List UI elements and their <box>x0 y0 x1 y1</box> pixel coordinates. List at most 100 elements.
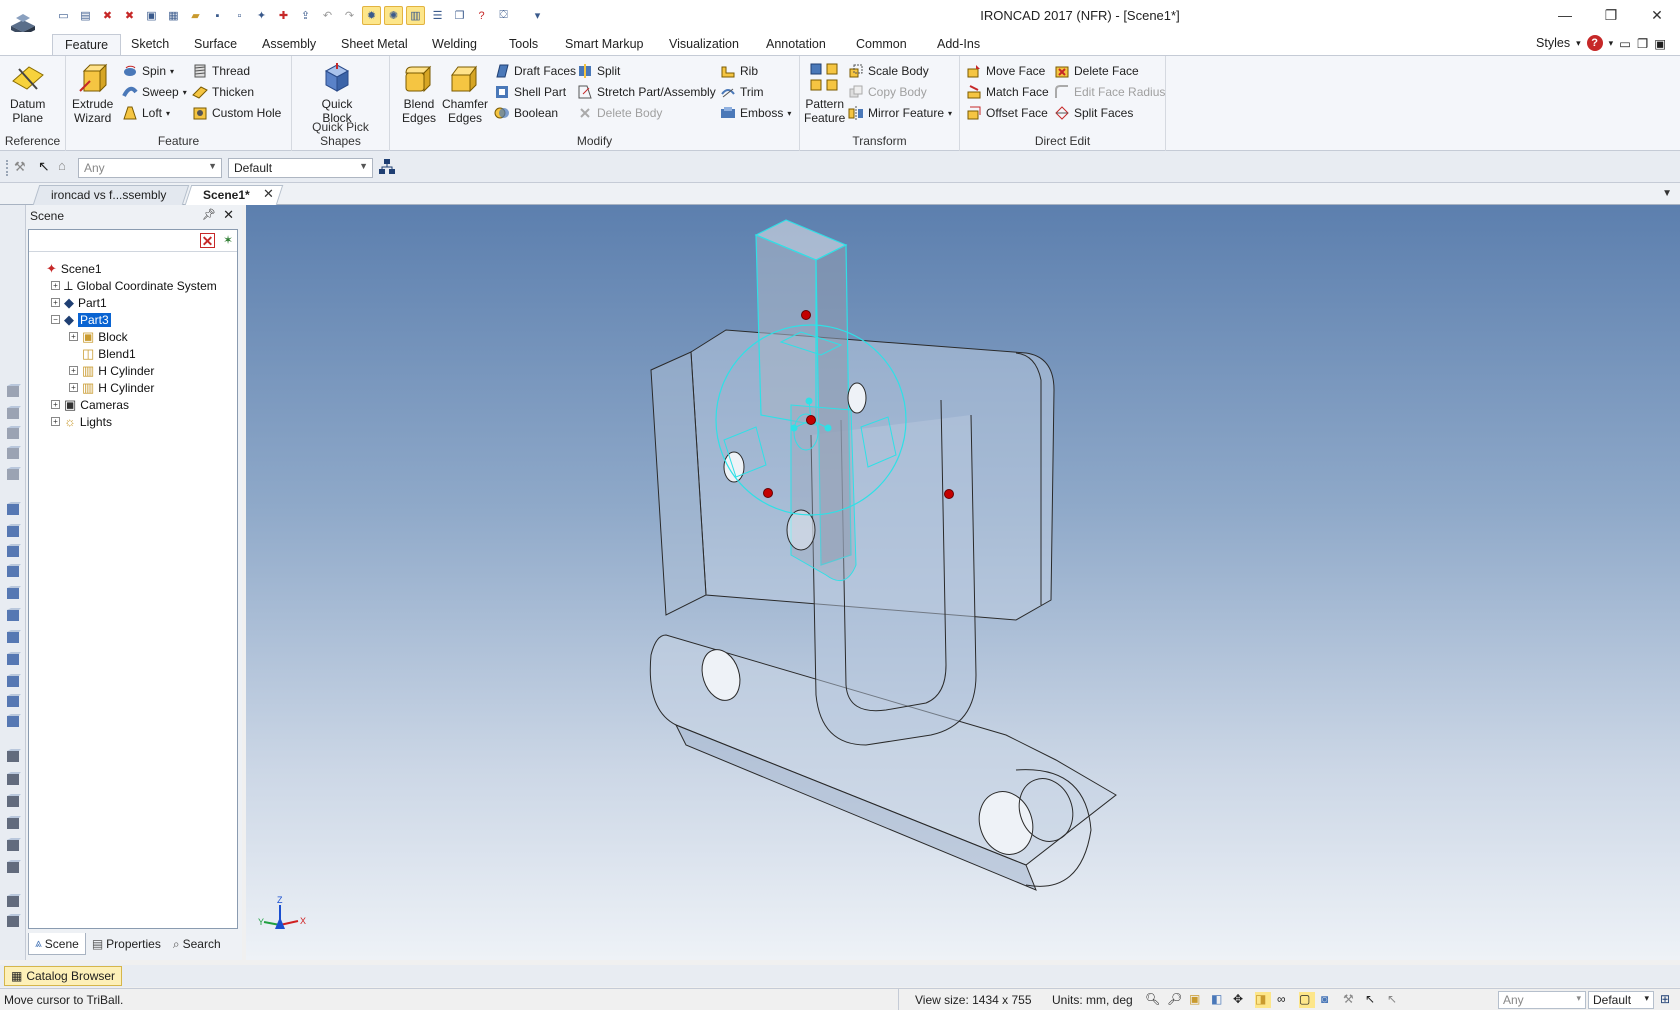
expand-icon[interactable]: − <box>51 315 60 324</box>
insert-assembly-icon[interactable]: ⇪ <box>296 6 315 25</box>
status-filter-combo[interactable]: Any ▾ <box>1498 991 1586 1009</box>
minimize-icon[interactable]: — <box>1542 0 1588 30</box>
tree-item[interactable]: + ◆ Part1 <box>51 294 107 311</box>
shape-tool-3-icon[interactable] <box>5 445 21 461</box>
close-tab-icon[interactable]: ✕ <box>263 186 274 202</box>
delete-body-button[interactable]: Delete Body <box>577 104 662 122</box>
learning-icon[interactable]: ⛋ <box>494 6 513 25</box>
copy-body-button[interactable]: Copy Body <box>848 83 927 101</box>
filter-icon[interactable]: ↖ <box>1387 992 1403 1008</box>
expand-icon[interactable]: + <box>69 366 78 375</box>
pointer-icon[interactable]: ↖ <box>38 158 50 175</box>
tab-smart-markup[interactable]: Smart Markup <box>553 34 656 56</box>
expand-icon[interactable]: + <box>51 298 60 307</box>
rotate-icon[interactable] <box>5 837 21 853</box>
undo-icon[interactable]: ↶ <box>318 6 337 25</box>
render-mode-icon[interactable]: ◨ <box>1255 992 1271 1008</box>
tree-item[interactable]: ◫ Blend1 <box>69 345 136 362</box>
bar-icon[interactable] <box>5 913 21 929</box>
close-icon[interactable]: ✕ <box>1634 0 1680 30</box>
new-drawing-icon[interactable]: ▦ <box>164 6 183 25</box>
triball-top-handle[interactable] <box>801 310 811 320</box>
selection-filter-combo[interactable]: Any ▼ <box>78 158 222 178</box>
boolean-button[interactable]: Boolean <box>494 104 558 122</box>
save-as-icon[interactable]: ▫ <box>230 6 249 25</box>
no-entry-icon[interactable] <box>5 859 21 875</box>
select-part-icon[interactable]: ⚒ <box>1343 992 1359 1008</box>
open-drawing-icon[interactable]: ▣ <box>142 6 161 25</box>
offset-face-button[interactable]: Offset Face <box>966 104 1048 122</box>
view-bottom-icon[interactable] <box>5 607 21 623</box>
shape-tool-4-icon[interactable] <box>5 466 21 482</box>
camera-orbit-icon[interactable]: ∞ <box>1277 992 1293 1008</box>
part-tool-icon[interactable] <box>5 383 21 399</box>
3d-viewport[interactable]: Z X Y <box>246 205 1680 960</box>
view-orientation-icon[interactable]: ◧ <box>1211 992 1227 1008</box>
help-dropdown-icon[interactable]: ▾ <box>1609 38 1614 49</box>
tab-sheet-metal[interactable]: Sheet Metal <box>329 34 420 56</box>
styles-menu[interactable]: Styles <box>1536 36 1570 50</box>
triball-center-handle[interactable] <box>806 415 816 425</box>
tree-item[interactable]: + ▥ H Cylinder <box>69 379 154 396</box>
pattern-feature-button[interactable]: Pattern Feature <box>804 61 845 125</box>
tab-sketch[interactable]: Sketch <box>119 34 181 56</box>
sweep-button[interactable]: Sweep ▾ <box>122 83 187 101</box>
doc-tab-0[interactable]: ironcad vs f...ssembly <box>32 185 190 205</box>
ribbon-minimize-icon[interactable]: ▭ <box>1619 36 1631 51</box>
angle-icon[interactable] <box>5 815 21 831</box>
edit-face-radius-button[interactable]: Edit Face Radius <box>1054 83 1165 101</box>
tab-feature[interactable]: Feature <box>52 34 122 56</box>
clear-filter-icon[interactable]: ✕ <box>200 233 215 248</box>
view-tool-icon[interactable] <box>5 651 21 667</box>
tree-item[interactable]: + ▣ Block <box>69 328 128 345</box>
shaded-icon[interactable]: ◙ <box>1321 992 1337 1008</box>
view-back-icon[interactable] <box>5 523 21 539</box>
tab-common[interactable]: Common <box>844 34 919 56</box>
tree-item[interactable]: − ◆ Part3 <box>51 311 111 328</box>
stretch-button[interactable]: Stretch Part/Assembly <box>577 83 716 101</box>
delete-face-button[interactable]: Delete Face <box>1054 62 1139 80</box>
insert-part-icon[interactable]: ✚ <box>274 6 293 25</box>
shape-tool-1-icon[interactable] <box>5 405 21 421</box>
ribbon-close-icon[interactable]: ▣ <box>1654 36 1666 51</box>
expand-icon[interactable]: + <box>69 332 78 341</box>
save-icon[interactable]: ▪ <box>208 6 227 25</box>
tab-annotation[interactable]: Annotation <box>754 34 838 56</box>
tab-list-dropdown-icon[interactable]: ▼ <box>1662 188 1672 199</box>
view-tool-3-icon[interactable] <box>5 693 21 709</box>
expand-icon[interactable]: + <box>69 383 78 392</box>
toolbar-grip[interactable] <box>6 160 8 176</box>
thread-button[interactable]: Thread <box>192 62 250 80</box>
help-circle-icon[interactable]: ? <box>1586 35 1603 51</box>
pointer-icon[interactable]: ↖ <box>1365 992 1381 1008</box>
split-faces-button[interactable]: Split Faces <box>1054 104 1133 122</box>
shell-part-button[interactable]: Shell Part <box>494 83 566 101</box>
panel-tab-properties[interactable]: ▤ Properties <box>86 933 167 955</box>
trim-button[interactable]: Trim <box>720 83 764 101</box>
view-cube-icon[interactable]: ▣ <box>1189 992 1205 1008</box>
rib-button[interactable]: Rib <box>720 62 758 80</box>
scene-model[interactable] <box>246 205 1680 960</box>
wireframe-icon[interactable]: ▢ <box>1299 992 1315 1008</box>
tree-item[interactable]: + ▥ H Cylinder <box>69 362 154 379</box>
view-left-icon[interactable] <box>5 543 21 559</box>
tab-tools[interactable]: Tools <box>497 34 550 56</box>
shape-tool-2-icon[interactable] <box>5 425 21 441</box>
properties-icon[interactable]: ☰ <box>428 6 447 25</box>
emboss-button[interactable]: Emboss ▾ <box>720 104 791 122</box>
spin-button[interactable]: Spin ▾ <box>122 62 174 80</box>
new-icon[interactable]: ▭ <box>54 6 73 25</box>
triball-icon[interactable]: ✹ <box>362 6 381 25</box>
hierarchy-icon[interactable] <box>378 158 396 176</box>
pan-icon[interactable]: ✥ <box>1233 992 1249 1008</box>
select-filter-icon[interactable]: ⌂ <box>58 158 66 173</box>
triball-left-handle[interactable] <box>763 488 773 498</box>
style-combo[interactable]: Default ▼ <box>228 158 373 178</box>
chamfer-edges-button[interactable]: Chamfer Edges <box>442 61 488 125</box>
panel-tab-scene[interactable]: ⩓ Scene <box>28 933 86 955</box>
tree-item[interactable]: + ▣ Cameras <box>51 396 129 413</box>
restore-icon[interactable]: ❐ <box>1588 0 1634 30</box>
view-tool-2-icon[interactable] <box>5 673 21 689</box>
loft-button[interactable]: Loft ▾ <box>122 104 170 122</box>
smartsnap-icon[interactable]: ✺ <box>384 6 403 25</box>
